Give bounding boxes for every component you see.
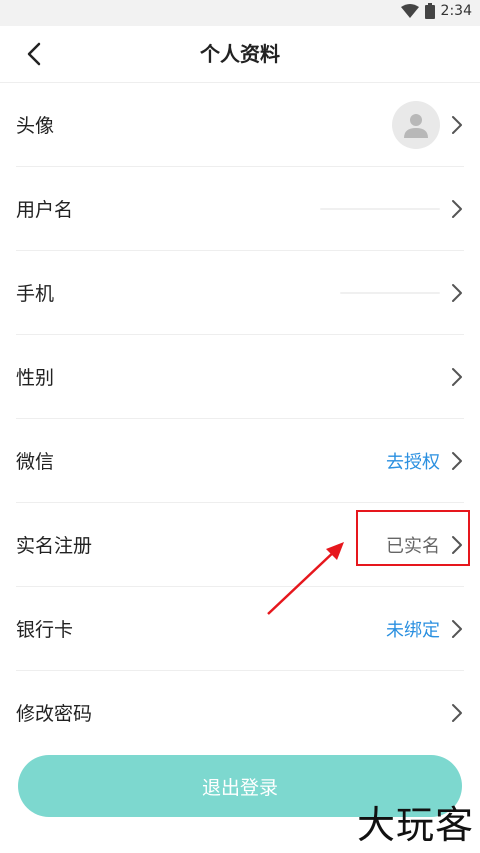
row-avatar[interactable]: 头像 [16,83,464,167]
row-right [392,100,464,149]
row-right [320,199,464,219]
row-label: 用户名 [16,199,74,221]
chevron-right-icon [452,367,462,386]
bank-card-bind-link[interactable]: 未绑定 [386,616,440,642]
row-wechat[interactable]: 微信 去授权 [16,419,464,503]
row-username[interactable]: 用户名 [16,167,464,251]
chevron-right-icon [452,115,462,134]
row-label: 性别 [16,367,55,389]
status-icons: 2:34 [400,3,472,19]
redacted-value [340,291,440,294]
row-right: 已实名 [386,532,464,558]
status-time: 2:34 [440,3,472,19]
profile-list: 头像 用户名 手机 性别 微信 去授权 实名注册 已实名 银行卡 未绑定 修改密… [0,83,480,754]
row-label: 实名注册 [16,535,93,557]
row-real-name[interactable]: 实名注册 已实名 [16,503,464,587]
page-title: 个人资料 [200,42,280,66]
row-right: 去授权 [386,448,464,474]
chevron-right-icon [452,199,462,218]
row-bank-card[interactable]: 银行卡 未绑定 [16,587,464,671]
row-change-password[interactable]: 修改密码 [16,671,464,754]
battery-icon [424,3,435,19]
redacted-value [320,207,440,210]
chevron-right-icon [452,451,462,470]
row-label: 修改密码 [16,703,93,725]
user-icon [404,113,428,138]
row-gender[interactable]: 性别 [16,335,464,419]
chevron-right-icon [452,283,462,302]
chevron-left-icon [27,42,41,66]
row-label: 银行卡 [16,619,74,641]
row-right [450,703,464,723]
chevron-right-icon [452,703,462,722]
watermark-logo: 大玩客 [356,803,474,847]
row-right [450,367,464,387]
row-right: 未绑定 [386,616,464,642]
row-right [340,283,464,303]
back-button[interactable] [18,38,50,70]
avatar[interactable] [392,100,440,149]
row-label: 手机 [16,283,55,305]
chevron-right-icon [452,535,462,554]
status-bar: 2:34 [0,0,480,26]
row-label: 微信 [16,451,55,473]
row-label: 头像 [16,115,55,137]
row-phone[interactable]: 手机 [16,251,464,335]
nav-bar: 个人资料 [0,26,480,83]
wechat-authorize-link[interactable]: 去授权 [386,448,440,474]
chevron-right-icon [452,619,462,638]
real-name-status: 已实名 [386,535,440,557]
wifi-icon [400,4,419,18]
